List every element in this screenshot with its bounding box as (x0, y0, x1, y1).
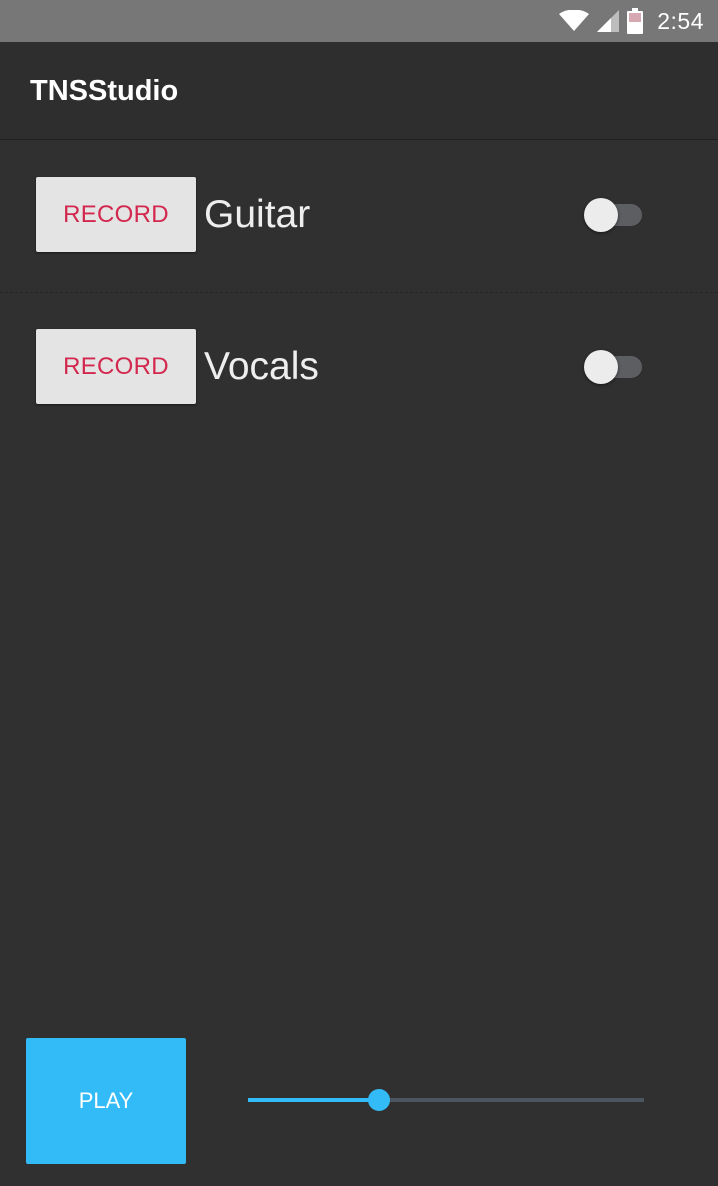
track-row-guitar: RECORD Guitar (0, 141, 718, 293)
wifi-icon (559, 10, 590, 31)
toggle-thumb (584, 198, 618, 232)
seek-slider[interactable] (248, 1086, 644, 1114)
slider-fill (248, 1098, 379, 1102)
record-button-guitar[interactable]: RECORD (36, 177, 196, 252)
battery-icon (627, 8, 644, 34)
status-bar: 2:54 (0, 0, 718, 42)
cell-signal-icon (597, 10, 620, 32)
play-button[interactable]: PLAY (26, 1038, 186, 1164)
status-time: 2:54 (657, 7, 704, 34)
action-bar: TNSStudio (0, 42, 718, 140)
toggle-guitar[interactable] (584, 198, 642, 232)
record-button-vocals[interactable]: RECORD (36, 329, 196, 404)
slider-thumb[interactable] (367, 1089, 390, 1111)
toggle-thumb (584, 350, 618, 384)
toggle-vocals[interactable] (584, 350, 642, 384)
track-name-guitar: Guitar (204, 193, 311, 236)
track-name-vocals: Vocals (204, 345, 319, 388)
track-row-vocals: RECORD Vocals (0, 293, 718, 445)
app-title: TNSStudio (30, 75, 179, 107)
status-icons: 2:54 (559, 0, 704, 42)
